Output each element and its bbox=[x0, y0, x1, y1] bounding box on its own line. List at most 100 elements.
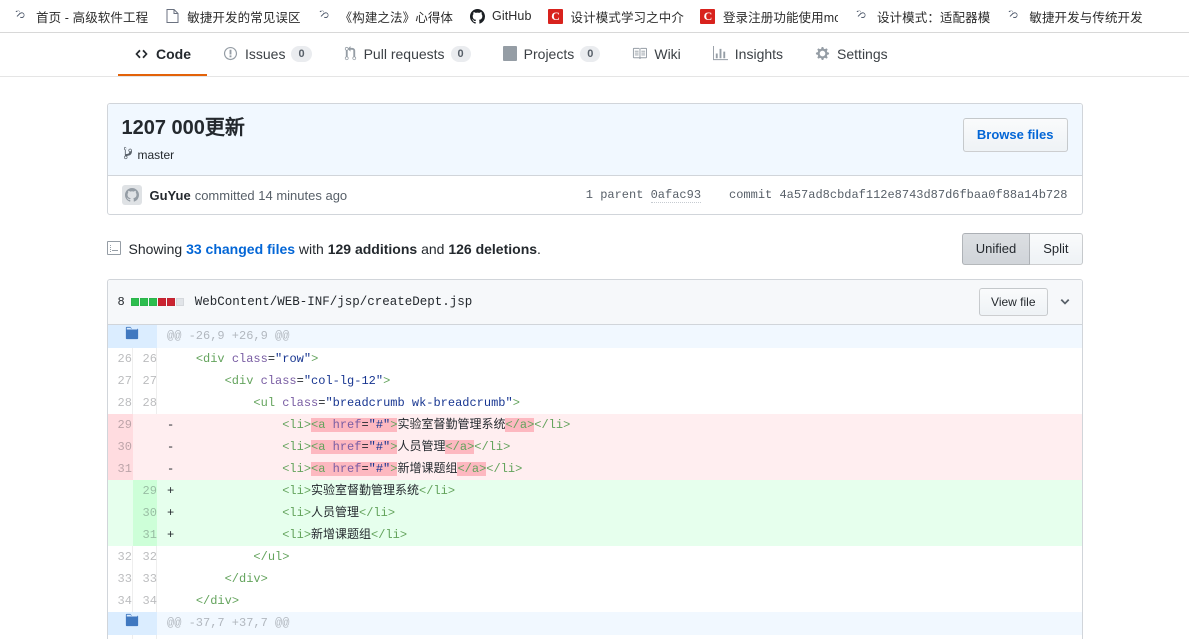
split-view-button[interactable]: Split bbox=[1030, 233, 1083, 265]
changed-files-link[interactable]: 33 changed files bbox=[186, 241, 295, 257]
avatar[interactable] bbox=[121, 185, 142, 205]
diff-view-toggle: Unified Split bbox=[961, 233, 1083, 265]
old-line-number: 27 bbox=[107, 370, 133, 392]
parent-sha[interactable]: 0afac93 bbox=[650, 188, 702, 203]
new-line-number: 28 bbox=[132, 392, 157, 414]
and-text: and bbox=[421, 241, 445, 257]
new-line-number: 37 bbox=[132, 635, 157, 639]
new-line-number: 27 bbox=[132, 370, 157, 392]
csdn-icon: C bbox=[700, 8, 716, 24]
code-line: + <li>新增课题组</li> bbox=[156, 524, 1082, 546]
graph-icon bbox=[712, 46, 728, 61]
diff-row-context: 32 32 </ul> bbox=[107, 546, 1082, 568]
code-line: + <li>实验室督勤管理系统</li> bbox=[156, 480, 1082, 502]
new-line-number: 33 bbox=[132, 568, 157, 590]
diff-row-context: 34 34 </div> bbox=[107, 590, 1082, 612]
diff-toolbar: Showing 33 changed files with 129 additi… bbox=[106, 233, 1083, 265]
tab-counter: 0 bbox=[450, 45, 471, 62]
tab-settings[interactable]: Settings bbox=[799, 33, 904, 76]
diffstat-block-add bbox=[148, 298, 157, 306]
old-line-number: 34 bbox=[107, 590, 133, 612]
tab-code[interactable]: Code bbox=[118, 33, 207, 76]
browse-files-button[interactable]: Browse files bbox=[962, 118, 1068, 152]
file-header: 8 WebContent/WEB-INF/jsp/createDept.jsp … bbox=[107, 280, 1082, 325]
commit-time: committed 14 minutes ago bbox=[194, 187, 348, 203]
expand-hunk-button[interactable] bbox=[107, 612, 157, 635]
diffstat-block-del bbox=[166, 298, 175, 306]
bookmarks-bar: 首页 - 高级软件工程 敏捷开发的常见误区 《构建之法》心得体 GitHub C… bbox=[0, 0, 1189, 33]
old-line-number bbox=[107, 502, 133, 524]
view-file-button[interactable]: View file bbox=[979, 288, 1048, 316]
diff-row-addition: 29 + <li>实验室督勤管理系统</li> bbox=[107, 480, 1082, 502]
tab-wiki[interactable]: Wiki bbox=[616, 33, 696, 76]
bookmark-label: 《构建之法》心得体 bbox=[339, 10, 454, 25]
tab-label: Projects bbox=[523, 45, 575, 62]
diffstat-count: 8 bbox=[117, 295, 125, 309]
old-line-number: 26 bbox=[107, 348, 133, 370]
hunk-header-text: @@ -37,7 +37,7 @@ bbox=[156, 612, 1082, 635]
diffstat-block-add bbox=[130, 298, 139, 306]
tab-projects[interactable]: Projects 0 bbox=[487, 33, 617, 76]
bookmark-item-github[interactable]: GitHub bbox=[462, 4, 539, 28]
tab-counter: 0 bbox=[291, 45, 312, 62]
gear-icon bbox=[815, 46, 830, 61]
bookmark-item[interactable]: 首页 - 高级软件工程 bbox=[6, 4, 155, 28]
diff-row-deletion: 29 - <li><a href="#">实验室督勤管理系统</a></li> bbox=[107, 414, 1082, 436]
parent-group: 1 parent 0afac93 bbox=[585, 188, 702, 203]
tab-issues[interactable]: Issues 0 bbox=[207, 33, 328, 76]
diff-row-context: 33 33 </div> bbox=[107, 568, 1082, 590]
code-line: <div class="col-lg-12"> bbox=[156, 370, 1082, 392]
old-line-number: 33 bbox=[107, 568, 133, 590]
commit-author[interactable]: GuYue bbox=[150, 188, 191, 203]
old-line-number bbox=[107, 524, 133, 546]
deletions-count: 126 deletions bbox=[448, 241, 538, 257]
expand-hunk-button[interactable] bbox=[107, 325, 157, 348]
bookmark-item[interactable]: 设计模式：适配器模 bbox=[847, 4, 997, 28]
new-line-number: 26 bbox=[132, 348, 157, 370]
parent-label: 1 parent bbox=[585, 188, 644, 202]
issue-icon bbox=[223, 46, 238, 61]
code-line: + <li>人员管理</li> bbox=[156, 502, 1082, 524]
page-body: 1207 000更新 master Browse files GuYue com… bbox=[0, 77, 1189, 639]
file-path[interactable]: WebContent/WEB-INF/jsp/createDept.jsp bbox=[195, 295, 473, 309]
diff-table: @@ -26,9 +26,9 @@ 26 26 <div class="row"… bbox=[107, 325, 1082, 639]
diff-row-addition: 31 + <li>新增课题组</li> bbox=[107, 524, 1082, 546]
new-line-number bbox=[132, 458, 157, 480]
code-line: </div> bbox=[156, 590, 1082, 612]
file-actions: View file bbox=[979, 288, 1071, 316]
commit-meta: GuYue committed 14 minutes ago 1 parent … bbox=[107, 176, 1082, 214]
diffstat: 8 bbox=[118, 295, 185, 309]
commit-header: 1207 000更新 master Browse files bbox=[107, 104, 1082, 176]
tab-label: Code bbox=[156, 45, 191, 62]
new-line-number: 31 bbox=[132, 524, 157, 546]
tab-pull-requests[interactable]: Pull requests 0 bbox=[328, 33, 487, 76]
code-line: </div> bbox=[156, 568, 1082, 590]
additions-count: 129 additions bbox=[327, 241, 418, 257]
tab-label: Issues bbox=[245, 45, 286, 62]
code-icon bbox=[134, 47, 149, 61]
new-line-number: 29 bbox=[132, 480, 157, 502]
code-line: <div class="col-lg-12"> bbox=[156, 635, 1082, 639]
unified-view-button[interactable]: Unified bbox=[961, 233, 1031, 265]
commit-box: 1207 000更新 master Browse files GuYue com… bbox=[106, 103, 1083, 215]
old-line-number: 37 bbox=[107, 635, 133, 639]
bookmark-item[interactable]: C 登录注册功能使用mc bbox=[693, 4, 845, 28]
bookmark-item[interactable]: C 设计模式学习之中介 bbox=[541, 4, 691, 28]
bookmark-item[interactable]: 敏捷开发与传统开发 bbox=[999, 4, 1149, 28]
tab-counter: 0 bbox=[580, 45, 601, 62]
diff-row-addition: 30 + <li>人员管理</li> bbox=[107, 502, 1082, 524]
code-line: - <li><a href="#">新增课题组</a></li> bbox=[156, 458, 1082, 480]
old-line-number: 32 bbox=[107, 546, 133, 568]
chevron-down-icon[interactable] bbox=[1058, 295, 1072, 309]
tab-insights[interactable]: Insights bbox=[697, 33, 799, 76]
commit-sha[interactable]: 4a57ad8cbdaf112e8743d87d6fbaa0f88a14b728 bbox=[779, 188, 1067, 202]
diff-body: @@ -26,9 +26,9 @@ 26 26 <div class="row"… bbox=[107, 325, 1082, 639]
old-line-number bbox=[107, 480, 133, 502]
diff-row-deletion: 31 - <li><a href="#">新增课题组</a></li> bbox=[107, 458, 1082, 480]
pr-icon bbox=[344, 46, 357, 61]
diff-row-context: 37 37 <div class="col-lg-12"> bbox=[107, 635, 1082, 639]
bookmark-item[interactable]: 敏捷开发的常见误区 bbox=[157, 4, 307, 28]
file-diff-icon bbox=[106, 240, 121, 259]
bookmark-item[interactable]: 《构建之法》心得体 bbox=[310, 4, 460, 28]
tab-label: Insights bbox=[734, 45, 784, 62]
